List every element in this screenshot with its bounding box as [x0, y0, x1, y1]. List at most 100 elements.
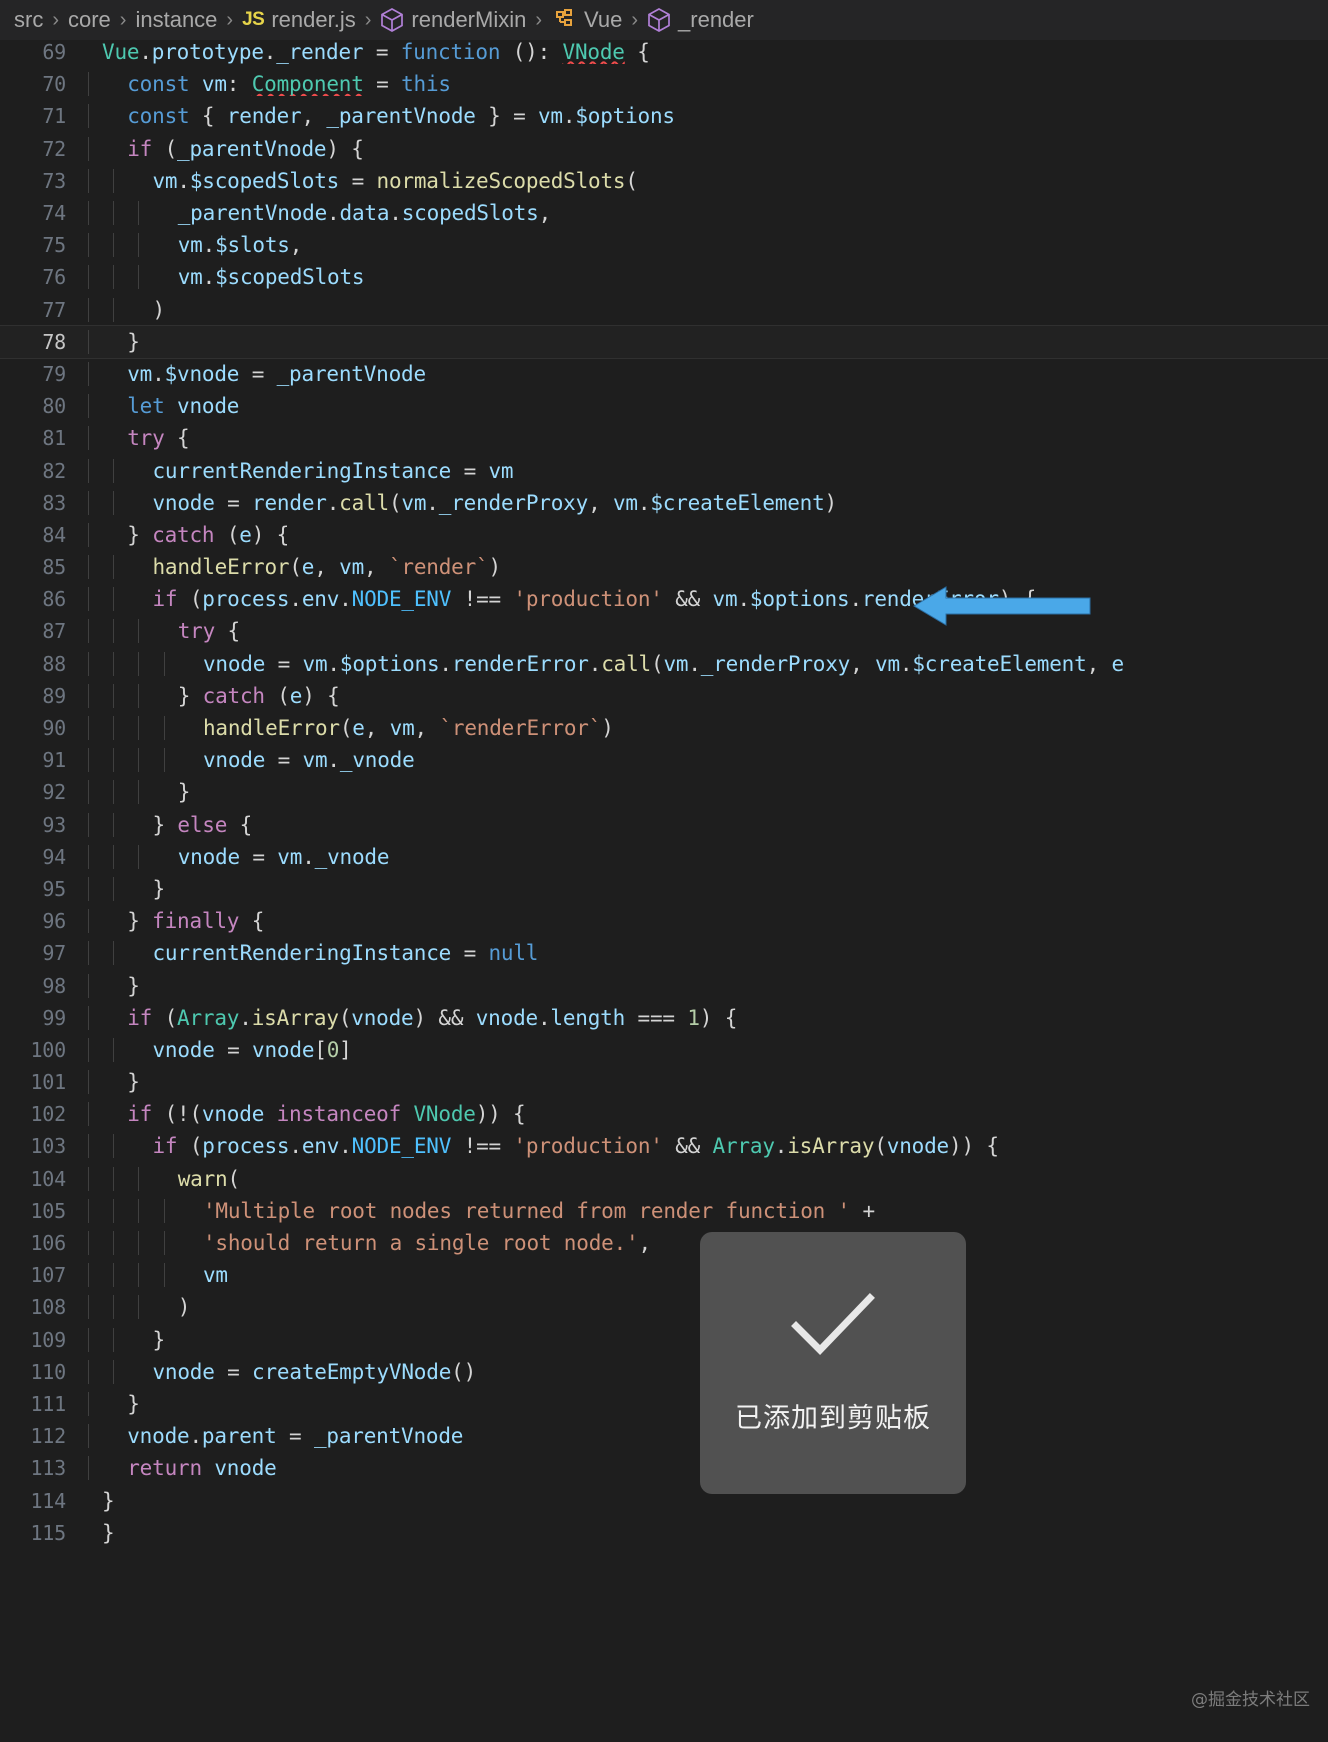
code-line[interactable]: 106'should return a single root node.',: [0, 1227, 1328, 1259]
line-number: 74: [42, 201, 66, 226]
breadcrumb-item-instance[interactable]: instance: [135, 7, 217, 33]
line-number: 103: [30, 1134, 66, 1159]
code-line[interactable]: 86 if (process.env.NODE_ENV !== 'producti…: [0, 583, 1328, 615]
line-number: 83: [42, 490, 66, 515]
line-number: 97: [42, 941, 66, 966]
code-lines-container[interactable]: 69 Vue.prototype._render = function (): V…: [0, 40, 1328, 1549]
code-line[interactable]: 90 handleError(e, vm, `renderError`): [0, 712, 1328, 744]
code-text: try {: [88, 619, 1328, 644]
breadcrumb-label: renderMixin: [411, 7, 527, 32]
line-number: 102: [30, 1102, 66, 1127]
code-line[interactable]: 75 vm.$slots,: [0, 229, 1328, 261]
code-line[interactable]: 81 try {: [0, 422, 1328, 454]
code-line[interactable]: 102 if (!(vnode instanceof VNode)) {: [0, 1098, 1328, 1130]
code-line[interactable]: 71 const { render, _parentVnode } = vm.$o…: [0, 100, 1328, 132]
code-text: Vue.prototype._render = function (): VNo…: [102, 40, 650, 65]
code-line[interactable]: 92}: [0, 776, 1328, 808]
code-line[interactable]: 87 try {: [0, 615, 1328, 647]
breadcrumb-item-rendermixin[interactable]: renderMixin: [380, 7, 526, 33]
code-text: handleError(e, vm, `renderError`): [88, 716, 1328, 741]
method-cube-icon: [647, 7, 671, 33]
code-line[interactable]: 73 vm.$scopedSlots = normalizeScopedSlots…: [0, 165, 1328, 197]
code-text: }: [88, 780, 1328, 805]
line-number: 113: [30, 1456, 66, 1481]
code-text: }: [88, 973, 1328, 998]
code-line[interactable]: 82 currentRenderingInstance = vm: [0, 454, 1328, 486]
code-text: currentRenderingInstance = vm: [88, 458, 1328, 483]
breadcrumb-item-vue[interactable]: Vue: [551, 7, 622, 33]
breadcrumb-separator: ›: [226, 8, 234, 31]
code-line[interactable]: 76 vm.$scopedSlots: [0, 261, 1328, 293]
code-line[interactable]: 80 let vnode: [0, 390, 1328, 422]
code-line[interactable]: 88 vnode = vm.$options.renderError.call(v…: [0, 648, 1328, 680]
line-number: 77: [42, 297, 66, 322]
line-number: 78: [42, 329, 66, 354]
line-number: 114: [30, 1488, 66, 1513]
breadcrumb-item-render-js[interactable]: JS render.js: [242, 7, 356, 33]
watermark: @掘金技术社区: [1191, 1690, 1310, 1710]
code-line[interactable]: 93 } else {: [0, 809, 1328, 841]
line-number: 91: [42, 748, 66, 773]
code-line[interactable]: 99 if (Array.isArray(vnode) && vnode.leng…: [0, 1002, 1328, 1034]
code-text: } catch (e) {: [88, 683, 1328, 708]
code-line[interactable]: 105 'Multiple root nodes returned from re…: [0, 1195, 1328, 1227]
code-line[interactable]: 85 handleError(e, vm, `render`): [0, 551, 1328, 583]
line-number: 88: [42, 651, 66, 676]
code-line[interactable]: 101}: [0, 1066, 1328, 1098]
code-line[interactable]: 95}: [0, 873, 1328, 905]
line-number: 107: [30, 1263, 66, 1288]
code-line[interactable]: 77): [0, 294, 1328, 326]
breadcrumb-item-_render[interactable]: _render: [647, 7, 754, 33]
line-number: 108: [30, 1295, 66, 1320]
code-line[interactable]: 109}: [0, 1324, 1328, 1356]
breadcrumb-label: Vue: [584, 7, 623, 32]
code-text: vnode = vm._vnode: [88, 844, 1328, 869]
code-text: vnode = vnode[0]: [88, 1037, 1328, 1062]
code-line[interactable]: 110 vnode = createEmptyVNode(): [0, 1356, 1328, 1388]
breadcrumb-item-core[interactable]: core: [68, 7, 111, 33]
code-line[interactable]: 104 warn(: [0, 1163, 1328, 1195]
code-line[interactable]: 97 currentRenderingInstance = null: [0, 937, 1328, 969]
line-number: 75: [42, 233, 66, 258]
code-text: }: [102, 1520, 115, 1545]
code-line[interactable]: 111}: [0, 1388, 1328, 1420]
code-text: } else {: [88, 812, 1328, 837]
breadcrumb-label: render.js: [271, 7, 356, 32]
line-number: 110: [30, 1359, 66, 1384]
code-line[interactable]: 96} finally {: [0, 905, 1328, 937]
code-line[interactable]: 91 vnode = vm._vnode: [0, 744, 1328, 776]
toast-message: 已添加到剪贴板: [735, 1402, 931, 1434]
code-line[interactable]: 69 Vue.prototype._render = function (): V…: [0, 40, 1328, 68]
code-line[interactable]: 103 if (process.env.NODE_ENV !== 'product…: [0, 1130, 1328, 1162]
code-line[interactable]: 89} catch (e) {: [0, 680, 1328, 712]
code-text: vnode = render.call(vm._renderProxy, vm.…: [88, 490, 1328, 515]
line-number: 111: [30, 1391, 66, 1416]
code-line[interactable]: 83 vnode = render.call(vm._renderProxy, v…: [0, 487, 1328, 519]
code-editor[interactable]: 68 69Vue.prototype._render = function ()…: [0, 40, 1328, 1742]
code-line[interactable]: 79 vm.$vnode = _parentVnode: [0, 358, 1328, 390]
breadcrumb-separator: ›: [535, 8, 543, 31]
code-line[interactable]: 115}: [0, 1517, 1328, 1549]
code-line[interactable]: 98}: [0, 969, 1328, 1001]
code-text: } catch (e) {: [88, 522, 1328, 547]
code-text: if (!(vnode instanceof VNode)) {: [88, 1102, 1328, 1127]
code-line[interactable]: 107 vm: [0, 1259, 1328, 1291]
code-text: vm.$slots,: [88, 233, 1328, 258]
code-line[interactable]: 94 vnode = vm._vnode: [0, 841, 1328, 873]
breadcrumb-item-src[interactable]: src: [14, 7, 43, 33]
code-line[interactable]: 100 vnode = vnode[0]: [0, 1034, 1328, 1066]
code-line[interactable]: 72 if (_parentVnode) {: [0, 133, 1328, 165]
code-text: }: [88, 876, 1328, 901]
code-line[interactable]: 114}: [0, 1484, 1328, 1516]
code-line[interactable]: 112 vnode.parent = _parentVnode: [0, 1420, 1328, 1452]
code-line[interactable]: 108): [0, 1291, 1328, 1323]
line-number: 93: [42, 812, 66, 837]
code-line[interactable]: 113 return vnode: [0, 1452, 1328, 1484]
code-line[interactable]: 84} catch (e) {: [0, 519, 1328, 551]
code-text: } finally {: [88, 909, 1328, 934]
line-number: 76: [42, 265, 66, 290]
code-line[interactable]: 70 const vm: Component = this: [0, 68, 1328, 100]
code-line[interactable]: 74 _parentVnode.data.scopedSlots,: [0, 197, 1328, 229]
breadcrumb-separator: ›: [52, 8, 59, 31]
code-line[interactable]: 78}: [0, 324, 1328, 359]
